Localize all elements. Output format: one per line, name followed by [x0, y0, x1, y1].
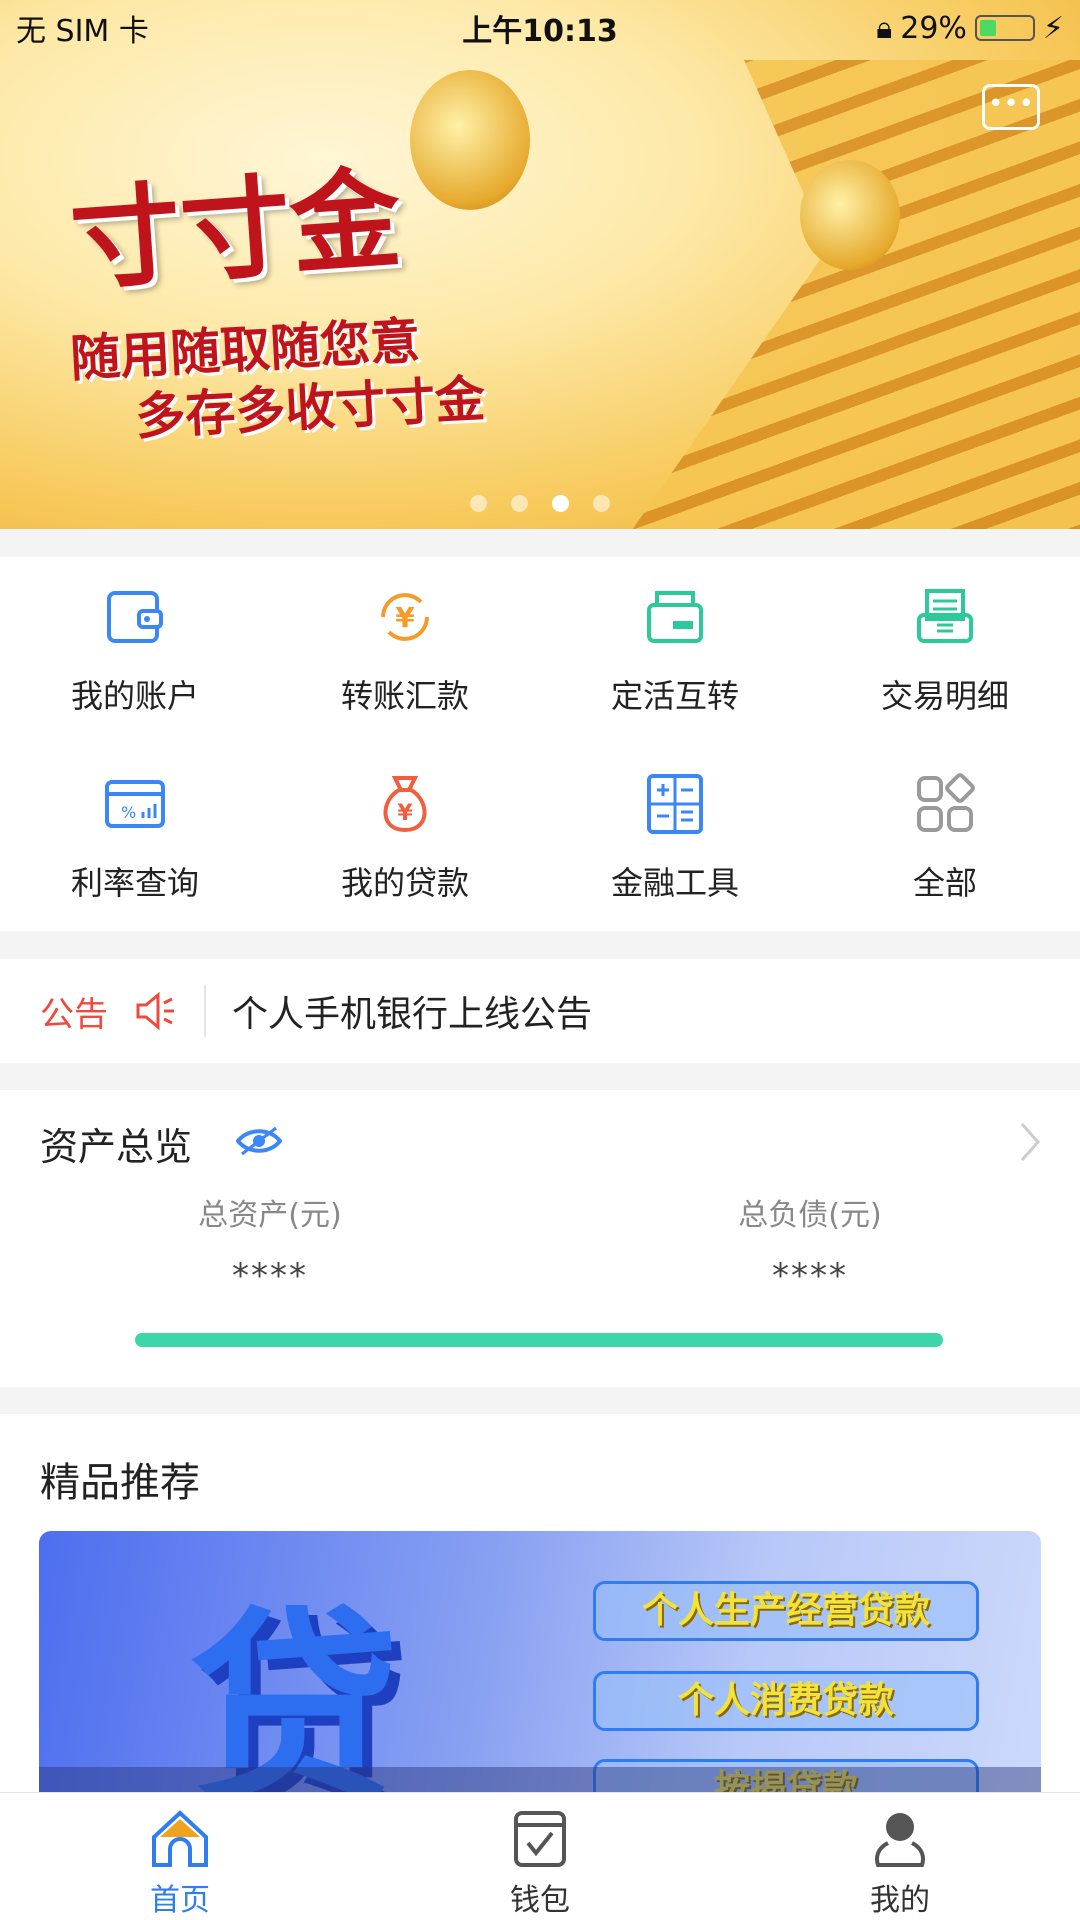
asset-overview: 资产总览 总资产(元) **** 总负债(元) **** [0, 1090, 1080, 1387]
carousel-dot[interactable] [593, 495, 610, 512]
menu-label: 交易明细 [880, 676, 1009, 715]
menu-label: 我的账户 [70, 676, 199, 715]
total-assets-value: **** [232, 1256, 308, 1296]
status-bar: 无 SIM 卡 上午10:13 🔒︎ 29% ⚡︎ [0, 0, 1080, 56]
menu-transfer[interactable]: ¥ 转账汇款 [270, 557, 540, 744]
menu-financial-tools[interactable]: 金融工具 [540, 744, 810, 931]
menu-my-loans[interactable]: ¥ 我的贷款 [270, 744, 540, 931]
eye-hidden-icon[interactable] [236, 1126, 282, 1156]
menu-my-account[interactable]: 我的账户 [0, 557, 270, 744]
total-liabilities-value: **** [772, 1256, 848, 1296]
tab-label: 我的 [870, 1883, 930, 1918]
charging-icon: ⚡︎ [1042, 10, 1064, 46]
total-assets-label: 总资产(元) [198, 1198, 342, 1233]
total-assets: 总资产(元) **** [120, 1190, 420, 1296]
section-title: 资产总览 [40, 1125, 193, 1169]
chevron-right-icon[interactable] [1016, 1120, 1044, 1164]
loan-button[interactable]: 个人生产经营贷款 [593, 1581, 979, 1641]
wallet-check-icon [514, 1811, 566, 1867]
tab-home[interactable]: 首页 [0, 1793, 360, 1920]
battery-percent: 29% [900, 10, 967, 46]
banner-coin [800, 160, 900, 270]
carousel-dot[interactable] [470, 495, 487, 512]
grid-icon [917, 772, 975, 832]
notice-bar[interactable]: 公告 个人手机银行上线公告 [0, 959, 1080, 1063]
tab-wallet[interactable]: 钱包 [360, 1793, 720, 1920]
user-icon [875, 1813, 925, 1867]
menu-transactions[interactable]: 交易明细 [810, 557, 1080, 744]
menu-label: 我的贷款 [340, 863, 469, 902]
banner-stairs-art [632, 60, 1080, 529]
menu-label: 定活互转 [610, 676, 739, 715]
notice-tag: 公告 [40, 994, 108, 1035]
divider [204, 985, 206, 1037]
rotation-lock-icon: 🔒︎ [876, 10, 893, 46]
money-bag-icon: ¥ [383, 775, 427, 832]
tab-label: 首页 [150, 1883, 210, 1918]
promo-banner[interactable]: 寸寸金 随用随取随您意 多存多收寸寸金 ••• [0, 0, 1080, 529]
yen-exchange-icon: ¥ [381, 592, 429, 641]
menu-label: 全部 [912, 863, 977, 902]
menu-rate-query[interactable]: % 利率查询 [0, 744, 270, 931]
home-icon [152, 1810, 208, 1867]
receipt-icon [917, 588, 973, 643]
tab-label: 钱包 [510, 1883, 570, 1918]
recommendations: 精品推荐 贷 个人生产经营贷款 个人消费贷款 按揭贷款 信贷产品介绍 [0, 1414, 1080, 1831]
card-transfer-icon [647, 590, 703, 643]
menu-deposit-convert[interactable]: 定活互转 [540, 557, 810, 744]
tab-bar: 首页 钱包 我的 [0, 1792, 1080, 1920]
carousel-dot[interactable] [511, 495, 528, 512]
tab-mine[interactable]: 我的 [720, 1793, 1080, 1920]
svg-text:¥: ¥ [395, 601, 415, 634]
loan-button[interactable]: 个人消费贷款 [593, 1671, 979, 1731]
wallet-icon [107, 590, 163, 643]
chat-bubble-icon[interactable]: ••• [982, 84, 1040, 130]
rate-chart-icon: % [105, 779, 165, 828]
menu-all[interactable]: 全部 [810, 744, 1080, 931]
quick-menu: 我的账户 ¥ 转账汇款 定活互转 交易明细 % 利率查询 ¥ 我的贷款 金融工具… [0, 557, 1080, 931]
asset-ratio-bar [135, 1333, 943, 1347]
section-title: 精品推荐 [40, 1460, 200, 1506]
carousel-dot-active[interactable] [552, 495, 569, 512]
total-liabilities: 总负债(元) **** [660, 1190, 960, 1296]
menu-label: 转账汇款 [340, 676, 469, 715]
banner-brand: 寸寸金 [66, 153, 405, 306]
svg-text:¥: ¥ [397, 801, 413, 826]
notice-text[interactable]: 个人手机银行上线公告 [232, 985, 592, 1037]
calculator-icon [647, 773, 703, 834]
carousel-indicator [0, 495, 1080, 512]
svg-text:%: % [121, 803, 136, 822]
menu-label: 利率查询 [70, 863, 199, 902]
speaker-icon [136, 991, 174, 1031]
menu-label: 金融工具 [610, 863, 739, 902]
carrier-label: 无 SIM 卡 [16, 14, 149, 49]
loan-promo-card[interactable]: 贷 个人生产经营贷款 个人消费贷款 按揭贷款 信贷产品介绍 [39, 1531, 1041, 1831]
banner-coin [410, 70, 530, 210]
total-liabilities-label: 总负债(元) [738, 1198, 882, 1233]
battery-icon [974, 15, 1035, 41]
